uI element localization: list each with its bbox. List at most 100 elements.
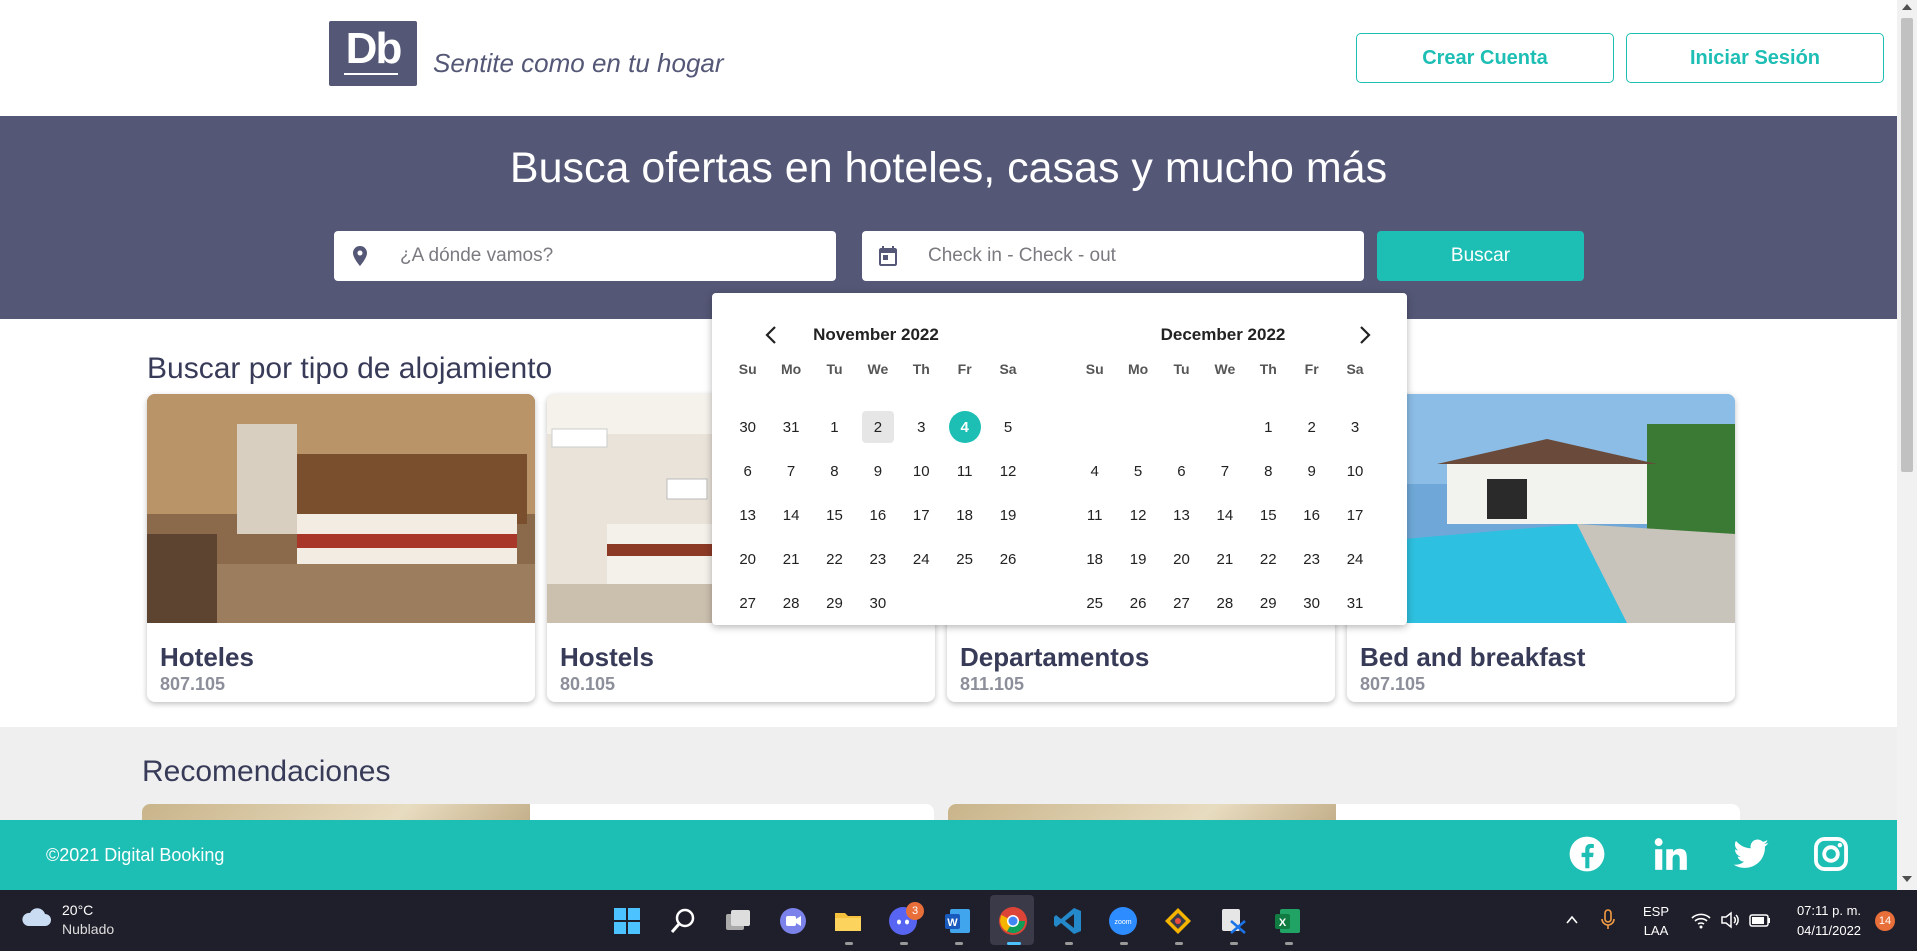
linkedin-icon[interactable] [1652, 835, 1690, 873]
day-cell[interactable]: 28 [1203, 581, 1246, 625]
day-cell[interactable]: 7 [1203, 449, 1246, 493]
day-cell[interactable]: 2 [856, 405, 899, 449]
task-view-icon[interactable] [722, 905, 754, 937]
teams-chat-icon[interactable] [777, 905, 809, 937]
day-cell[interactable]: 21 [1203, 537, 1246, 581]
keyboard-layout[interactable]: LAA [1638, 923, 1674, 938]
date-picker[interactable]: November 2022 Su Mo Tu We Th Fr Sa 30 31 1 2 3 4 5 6 7… [712, 293, 1407, 625]
day-cell[interactable]: 21 [769, 537, 812, 581]
wifi-icon[interactable] [1690, 910, 1712, 930]
day-cell[interactable]: 29 [1247, 581, 1290, 625]
day-cell[interactable]: 31 [1333, 581, 1376, 625]
category-card-hoteles[interactable]: Hoteles 807.105 [147, 394, 535, 702]
microphone-icon[interactable] [1598, 908, 1618, 932]
day-cell[interactable]: 26 [986, 537, 1029, 581]
day-cell[interactable]: 2 [1290, 405, 1333, 449]
scroll-down-arrow-icon[interactable] [1902, 876, 1912, 882]
day-cell[interactable]: 10 [900, 449, 943, 493]
scroll-up-arrow-icon[interactable] [1902, 4, 1912, 10]
windows-start-icon[interactable] [611, 905, 643, 937]
day-cell[interactable]: 12 [986, 449, 1029, 493]
day-cell[interactable]: 19 [986, 493, 1029, 537]
notification-badge[interactable]: 14 [1875, 911, 1895, 931]
day-cell[interactable]: 4 [1073, 449, 1116, 493]
day-cell[interactable]: 24 [1333, 537, 1376, 581]
login-button[interactable]: Iniciar Sesión [1626, 33, 1884, 83]
twitter-icon[interactable] [1732, 835, 1770, 873]
day-cell[interactable]: 3 [1333, 405, 1376, 449]
day-cell[interactable]: 8 [1247, 449, 1290, 493]
day-cell[interactable]: 1 [1247, 405, 1290, 449]
file-explorer-icon[interactable] [832, 905, 864, 937]
create-account-button[interactable]: Crear Cuenta [1356, 33, 1614, 83]
scrollbar-thumb[interactable] [1901, 18, 1913, 472]
instagram-icon[interactable] [1812, 835, 1850, 873]
day-cell[interactable]: 23 [856, 537, 899, 581]
day-cell[interactable]: 17 [900, 493, 943, 537]
vscode-icon[interactable] [1052, 905, 1084, 937]
day-cell[interactable]: 13 [1160, 493, 1203, 537]
day-cell[interactable]: 10 [1333, 449, 1376, 493]
volume-icon[interactable] [1719, 910, 1741, 930]
day-cell[interactable]: 27 [726, 581, 769, 625]
day-cell[interactable]: 16 [1290, 493, 1333, 537]
battery-icon[interactable] [1748, 910, 1772, 930]
zoom-icon[interactable]: zoom [1107, 905, 1139, 937]
day-cell[interactable]: 16 [856, 493, 899, 537]
day-cell[interactable]: 30 [856, 581, 899, 625]
dates-input[interactable]: Check in - Check - out [862, 231, 1364, 281]
chrome-icon[interactable] [997, 905, 1029, 937]
day-cell[interactable]: 15 [1247, 493, 1290, 537]
day-cell[interactable]: 5 [1116, 449, 1159, 493]
day-cell[interactable]: 26 [1116, 581, 1159, 625]
destination-input[interactable]: ¿A dónde vamos? [334, 231, 836, 281]
language-indicator[interactable]: ESP [1638, 904, 1674, 919]
day-cell[interactable]: 4 [943, 405, 986, 449]
day-cell[interactable]: 11 [1073, 493, 1116, 537]
excel-icon[interactable]: X [1272, 905, 1304, 937]
day-cell[interactable]: 14 [769, 493, 812, 537]
day-cell[interactable]: 5 [986, 405, 1029, 449]
day-cell[interactable]: 30 [1290, 581, 1333, 625]
day-cell[interactable]: 9 [1290, 449, 1333, 493]
day-cell[interactable]: 23 [1290, 537, 1333, 581]
page-scrollbar[interactable] [1897, 0, 1917, 890]
day-cell[interactable]: 25 [1073, 581, 1116, 625]
day-cell[interactable]: 11 [943, 449, 986, 493]
day-cell[interactable]: 20 [1160, 537, 1203, 581]
day-cell[interactable]: 31 [769, 405, 812, 449]
word-icon[interactable]: W [942, 905, 974, 937]
day-cell[interactable]: 27 [1160, 581, 1203, 625]
day-cell[interactable]: 3 [900, 405, 943, 449]
snipping-tool-icon[interactable] [1217, 905, 1249, 937]
facebook-icon[interactable] [1568, 835, 1606, 873]
day-cell[interactable]: 6 [1160, 449, 1203, 493]
day-cell[interactable]: 12 [1116, 493, 1159, 537]
day-cell[interactable]: 9 [856, 449, 899, 493]
day-cell[interactable]: 28 [769, 581, 812, 625]
day-cell[interactable]: 25 [943, 537, 986, 581]
search-icon[interactable] [667, 905, 699, 937]
day-cell[interactable]: 6 [726, 449, 769, 493]
day-cell[interactable]: 18 [943, 493, 986, 537]
clock-date[interactable]: 04/11/2022 [1784, 923, 1874, 938]
day-cell[interactable]: 14 [1203, 493, 1246, 537]
day-cell[interactable]: 22 [1247, 537, 1290, 581]
logo[interactable]: Db [329, 21, 417, 86]
search-button[interactable]: Buscar [1377, 231, 1584, 281]
day-cell[interactable]: 20 [726, 537, 769, 581]
day-cell[interactable]: 30 [726, 405, 769, 449]
day-cell[interactable]: 29 [813, 581, 856, 625]
chevron-up-icon[interactable] [1564, 912, 1580, 928]
day-cell[interactable]: 8 [813, 449, 856, 493]
sourcetree-icon[interactable] [1162, 905, 1194, 937]
day-cell[interactable]: 22 [813, 537, 856, 581]
day-cell[interactable]: 1 [813, 405, 856, 449]
day-cell[interactable]: 15 [813, 493, 856, 537]
day-cell[interactable]: 24 [900, 537, 943, 581]
day-cell[interactable]: 13 [726, 493, 769, 537]
day-cell[interactable]: 19 [1116, 537, 1159, 581]
day-cell[interactable]: 18 [1073, 537, 1116, 581]
day-cell[interactable]: 17 [1333, 493, 1376, 537]
day-cell[interactable]: 7 [769, 449, 812, 493]
